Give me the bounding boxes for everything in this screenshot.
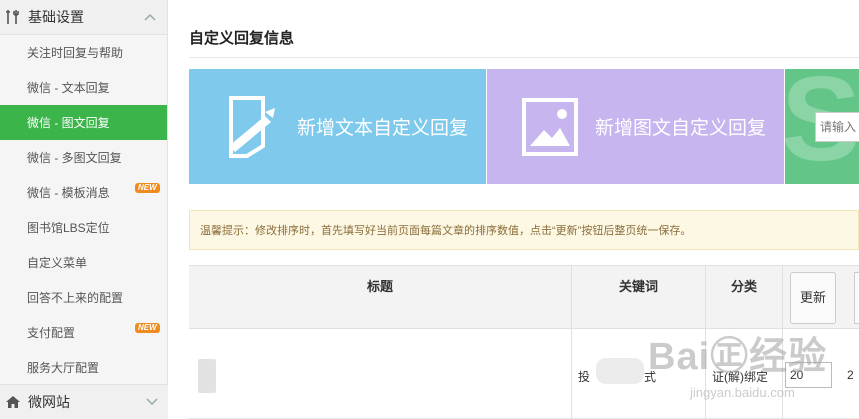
sidebar-section-microsite[interactable]: 微网站: [0, 384, 168, 419]
table-row[interactable]: 投 式 证(解)绑定 2: [189, 329, 859, 419]
sidebar-item-label: 支付配置: [27, 326, 76, 340]
add-text-reply-label: 新增文本自定义回复: [297, 118, 469, 139]
sidebar-item-label: 自定义菜单: [27, 256, 88, 270]
category-cell: 证(解)绑定: [706, 329, 783, 419]
update-button[interactable]: 更新: [790, 272, 836, 324]
tip-banner: 温馨提示：修改排序时，首先填写好当前页面每篇文章的排序数值，点击“更新”按钮后整…: [189, 210, 859, 250]
table-header: 标题 关键词 分类 更新: [189, 265, 859, 329]
sidebar: 基础设置 关注时回复与帮助 微信 - 文本回复 微信 - 图文回复 微信 - 多图文回…: [0, 0, 168, 419]
keyword-start: 投: [578, 370, 591, 384]
new-badge: NEW: [135, 183, 160, 193]
next-button-edge[interactable]: [854, 272, 859, 324]
divider: [189, 57, 859, 58]
page-title: 自定义回复信息: [189, 30, 295, 47]
add-text-reply-tile[interactable]: 新增文本自定义回复: [189, 69, 486, 184]
home-icon: [4, 393, 22, 411]
sidebar-item-label: 微信 - 图文回复: [27, 116, 110, 130]
title-cell: [189, 329, 572, 419]
new-badge: NEW: [135, 323, 160, 333]
add-image-reply-tile[interactable]: 新增图文自定义回复: [487, 69, 784, 184]
sidebar-item[interactable]: 微信 - 多图文回复: [0, 140, 167, 175]
sidebar-item[interactable]: 服务大厅配置: [0, 350, 167, 385]
sidebar-section-label: 基础设置: [28, 9, 84, 25]
sidebar-item-label: 微信 - 多图文回复: [27, 151, 122, 165]
chevron-up-icon[interactable]: [143, 10, 157, 24]
sidebar-item[interactable]: 支付配置 NEW: [0, 315, 167, 350]
keyword-end: 式: [644, 370, 657, 384]
sidebar-item-label: 微信 - 文本回复: [27, 81, 110, 95]
sidebar-item-label: 微信 - 模板消息: [27, 186, 110, 200]
add-image-reply-label: 新增图文自定义回复: [595, 118, 767, 139]
search-input[interactable]: [815, 112, 859, 142]
search-tile: S: [785, 69, 859, 184]
sidebar-section-basic-settings[interactable]: 基础设置: [0, 0, 167, 35]
column-header-keyword: 关键词: [572, 266, 706, 328]
sidebar-item-label: 图书馆LBS定位: [27, 221, 110, 235]
redacted-blur: [596, 358, 644, 384]
chevron-down-icon[interactable]: [146, 395, 158, 409]
sidebar-item[interactable]: 回答不上来的配置: [0, 280, 167, 315]
edit-document-icon: [217, 92, 287, 162]
column-header-title: 标题: [189, 266, 572, 328]
article-thumbnail[interactable]: [198, 359, 216, 393]
tools-icon: [4, 8, 22, 26]
sort-order-input[interactable]: [785, 362, 832, 388]
sidebar-item[interactable]: 微信 - 文本回复: [0, 70, 167, 105]
next-column-value: 2: [847, 368, 854, 382]
sidebar-footer-label: 微网站: [28, 394, 70, 410]
sidebar-item[interactable]: 微信 - 图文回复: [0, 105, 167, 140]
main-content: 自定义回复信息 新增文本自定义回复 新增图文自定义回复 S 温馨提示：修改排序时…: [169, 0, 859, 419]
image-icon: [515, 92, 585, 162]
sidebar-item[interactable]: 自定义菜单: [0, 245, 167, 280]
keyword-cell: 投 式: [572, 329, 706, 419]
sidebar-item[interactable]: 微信 - 模板消息 NEW: [0, 175, 167, 210]
sidebar-item-label: 关注时回复与帮助: [27, 46, 124, 60]
sidebar-item-label: 回答不上来的配置: [27, 291, 124, 305]
column-header-category: 分类: [706, 266, 783, 328]
sidebar-item-label: 服务大厅配置: [27, 361, 100, 375]
category-value: 证(解)绑定: [712, 370, 768, 384]
sidebar-item[interactable]: 关注时回复与帮助: [0, 35, 167, 70]
sidebar-item[interactable]: 图书馆LBS定位: [0, 210, 167, 245]
